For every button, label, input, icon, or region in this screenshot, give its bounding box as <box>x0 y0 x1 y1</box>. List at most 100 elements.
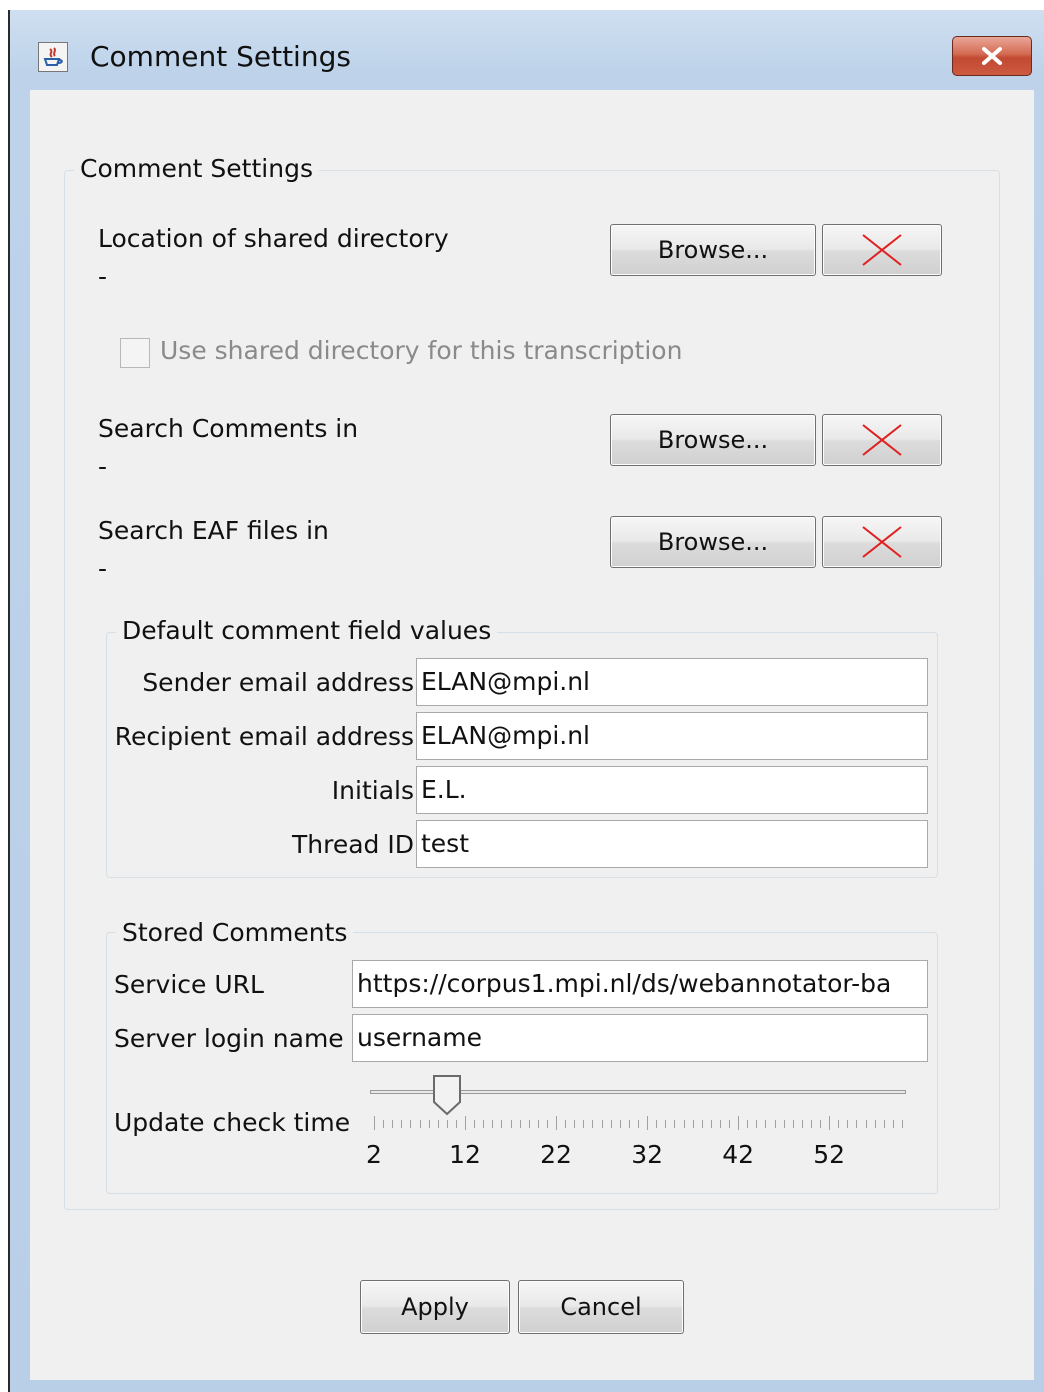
slider-tick <box>483 1120 485 1128</box>
slider-tick-label: 52 <box>813 1140 846 1169</box>
slider-tick <box>820 1120 822 1128</box>
slider-tick <box>546 1120 548 1128</box>
slider-tick <box>574 1120 576 1128</box>
slider-tick <box>810 1120 812 1128</box>
slider-tick <box>701 1120 703 1128</box>
slider-tick <box>510 1120 512 1128</box>
comment-settings-dialog: Comment Settings Comment Settings Locati… <box>8 10 1044 1392</box>
server-login-field[interactable]: username <box>352 1014 928 1062</box>
search-eaf-browse-button[interactable]: Browse... <box>610 516 816 568</box>
slider-tick <box>738 1116 740 1130</box>
thread-id-field[interactable]: test <box>416 820 928 868</box>
stored-comments-group-title: Stored Comments <box>116 918 354 947</box>
slider-tick <box>801 1120 803 1128</box>
slider-tick <box>601 1120 603 1128</box>
slider-tick <box>556 1116 558 1130</box>
shared-directory-clear-button[interactable] <box>822 224 942 276</box>
slider-tick <box>838 1120 840 1128</box>
dialog-content: Comment Settings Location of shared dire… <box>30 90 1034 1380</box>
initials-label: Initials <box>331 776 414 805</box>
search-eaf-clear-button[interactable] <box>822 516 942 568</box>
shared-directory-value: - <box>98 262 108 291</box>
slider-tick <box>437 1120 439 1128</box>
sender-email-field[interactable]: ELAN@mpi.nl <box>416 658 928 706</box>
service-url-field[interactable]: https://corpus1.mpi.nl/ds/webannotator-b… <box>352 960 928 1008</box>
slider-tick <box>883 1120 885 1128</box>
slider-tick <box>592 1120 594 1128</box>
slider-tick <box>902 1120 903 1128</box>
default-values-group-title: Default comment field values <box>116 616 498 645</box>
slider-tick <box>729 1120 731 1128</box>
slider-tick-label: 42 <box>722 1140 755 1169</box>
slider-tick-label: 12 <box>449 1140 481 1169</box>
slider-tick <box>829 1116 831 1130</box>
slider-tick <box>628 1120 630 1128</box>
slider-tick-label: 2 <box>366 1140 382 1169</box>
slider-tick-label: 22 <box>540 1140 572 1169</box>
recipient-email-field[interactable]: ELAN@mpi.nl <box>416 712 928 760</box>
slider-tick <box>519 1120 521 1128</box>
initials-field[interactable]: E.L. <box>416 766 928 814</box>
slider-tick <box>647 1116 649 1130</box>
slider-tick <box>719 1120 721 1128</box>
slider-tick <box>683 1120 685 1128</box>
slider-tick <box>392 1120 394 1128</box>
search-comments-browse-button[interactable]: Browse... <box>610 414 816 466</box>
clear-x-icon <box>862 234 902 266</box>
slider-tick <box>656 1120 658 1128</box>
search-comments-label: Search Comments in <box>98 414 359 443</box>
slider-tick <box>565 1120 567 1128</box>
slider-tick <box>774 1120 776 1128</box>
clear-x-icon <box>862 526 902 558</box>
slider-tick <box>583 1120 585 1128</box>
thread-id-label: Thread ID <box>292 830 414 859</box>
use-shared-directory-label: Use shared directory for this transcript… <box>160 336 683 365</box>
sender-email-label: Sender email address <box>142 668 414 697</box>
update-check-time-slider[interactable]: 2 12 22 32 42 52 <box>366 1074 910 1174</box>
slider-tick <box>446 1120 448 1128</box>
search-comments-clear-button[interactable] <box>822 414 942 466</box>
slider-tick <box>501 1120 503 1128</box>
shared-directory-label: Location of shared directory <box>98 224 449 253</box>
slider-tick <box>401 1120 403 1128</box>
slider-tick <box>528 1120 530 1128</box>
server-login-label: Server login name <box>114 1024 344 1053</box>
comment-settings-group-title: Comment Settings <box>74 154 319 183</box>
service-url-label: Service URL <box>114 970 264 999</box>
slider-tick <box>665 1120 667 1128</box>
slider-tick <box>455 1120 457 1128</box>
slider-tick <box>638 1120 639 1128</box>
slider-tick <box>428 1120 430 1128</box>
slider-tick <box>410 1120 412 1128</box>
close-button[interactable] <box>952 36 1032 76</box>
slider-tick <box>474 1120 476 1128</box>
slider-tick <box>874 1120 876 1128</box>
search-eaf-value: - <box>98 554 108 583</box>
slider-tick <box>792 1120 794 1128</box>
slider-tick <box>865 1120 867 1128</box>
cancel-button[interactable]: Cancel <box>518 1280 684 1334</box>
slider-tick <box>783 1120 785 1128</box>
window-title: Comment Settings <box>90 40 351 73</box>
slider-tick <box>374 1116 375 1130</box>
shared-directory-browse-button[interactable]: Browse... <box>610 224 816 276</box>
apply-button[interactable]: Apply <box>360 1280 510 1334</box>
recipient-email-label: Recipient email address <box>114 722 414 751</box>
update-check-time-label: Update check time <box>114 1108 351 1137</box>
slider-tick <box>492 1120 494 1128</box>
title-bar[interactable]: Comment Settings <box>10 10 1044 90</box>
slider-tick <box>419 1120 421 1128</box>
slider-tick <box>856 1120 858 1128</box>
slider-tick <box>756 1120 758 1128</box>
search-comments-value: - <box>98 452 108 481</box>
slider-tick <box>765 1120 767 1128</box>
clear-x-icon <box>862 424 902 456</box>
slider-tick <box>619 1120 621 1128</box>
slider-tick-label: 32 <box>631 1140 663 1169</box>
slider-tick <box>847 1120 849 1128</box>
use-shared-directory-checkbox[interactable] <box>120 338 150 368</box>
slider-thumb[interactable] <box>432 1074 462 1120</box>
java-app-icon <box>38 42 68 72</box>
slider-tick <box>747 1120 749 1128</box>
slider-tick <box>383 1120 385 1128</box>
